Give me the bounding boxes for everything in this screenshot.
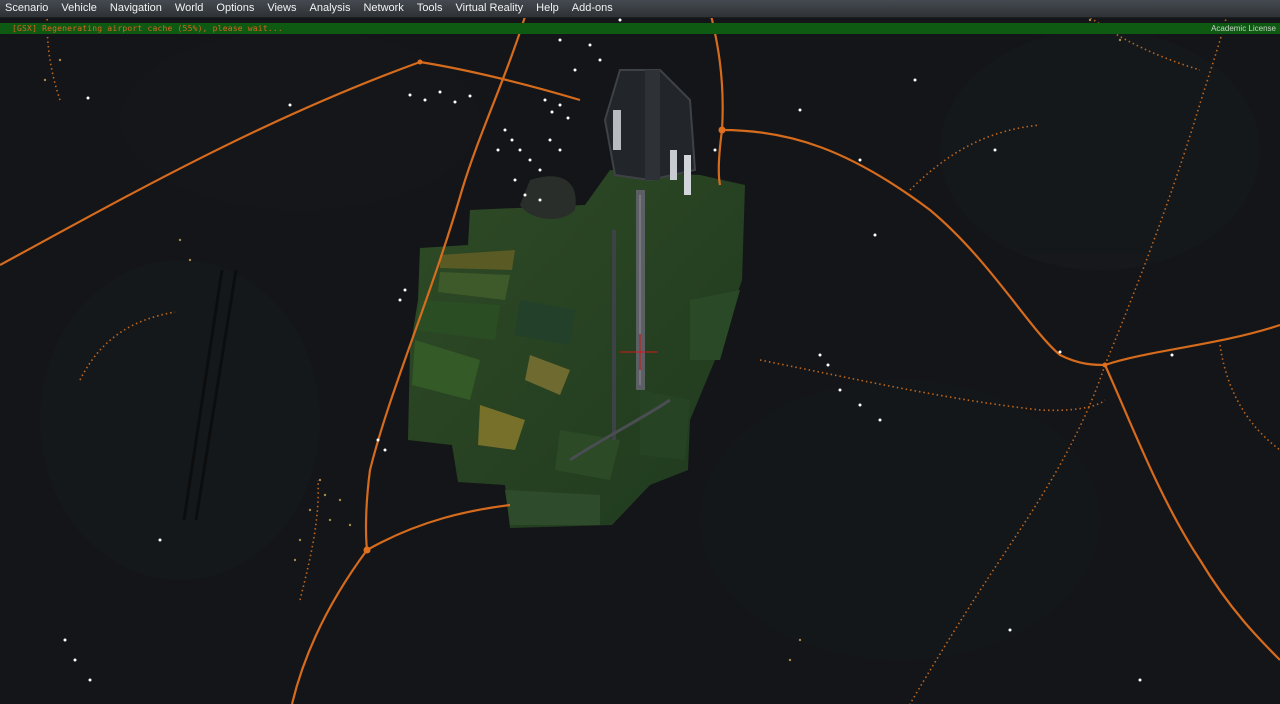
menu-navigation[interactable]: Navigation: [104, 0, 169, 17]
menu-bar: Scenario Vehicle Navigation World Option…: [0, 0, 1280, 18]
menu-views[interactable]: Views: [261, 0, 303, 17]
world-map-view[interactable]: [0, 0, 1280, 704]
menu-vehicle[interactable]: Vehicle: [55, 0, 103, 17]
status-bar: [GSX] Regenerating airport cache (55%), …: [0, 23, 1280, 34]
menu-add-ons[interactable]: Add-ons: [566, 0, 620, 17]
menu-network[interactable]: Network: [357, 0, 410, 17]
menu-virtual-reality[interactable]: Virtual Reality: [450, 0, 531, 17]
menu-world[interactable]: World: [169, 0, 211, 17]
menu-scenario[interactable]: Scenario: [0, 0, 55, 17]
menu-options[interactable]: Options: [210, 0, 261, 17]
status-message: [GSX] Regenerating airport cache (55%), …: [12, 24, 283, 33]
menu-help[interactable]: Help: [530, 0, 566, 17]
menu-analysis[interactable]: Analysis: [304, 0, 358, 17]
license-label: Academic License: [1211, 24, 1276, 33]
menu-tools[interactable]: Tools: [411, 0, 450, 17]
